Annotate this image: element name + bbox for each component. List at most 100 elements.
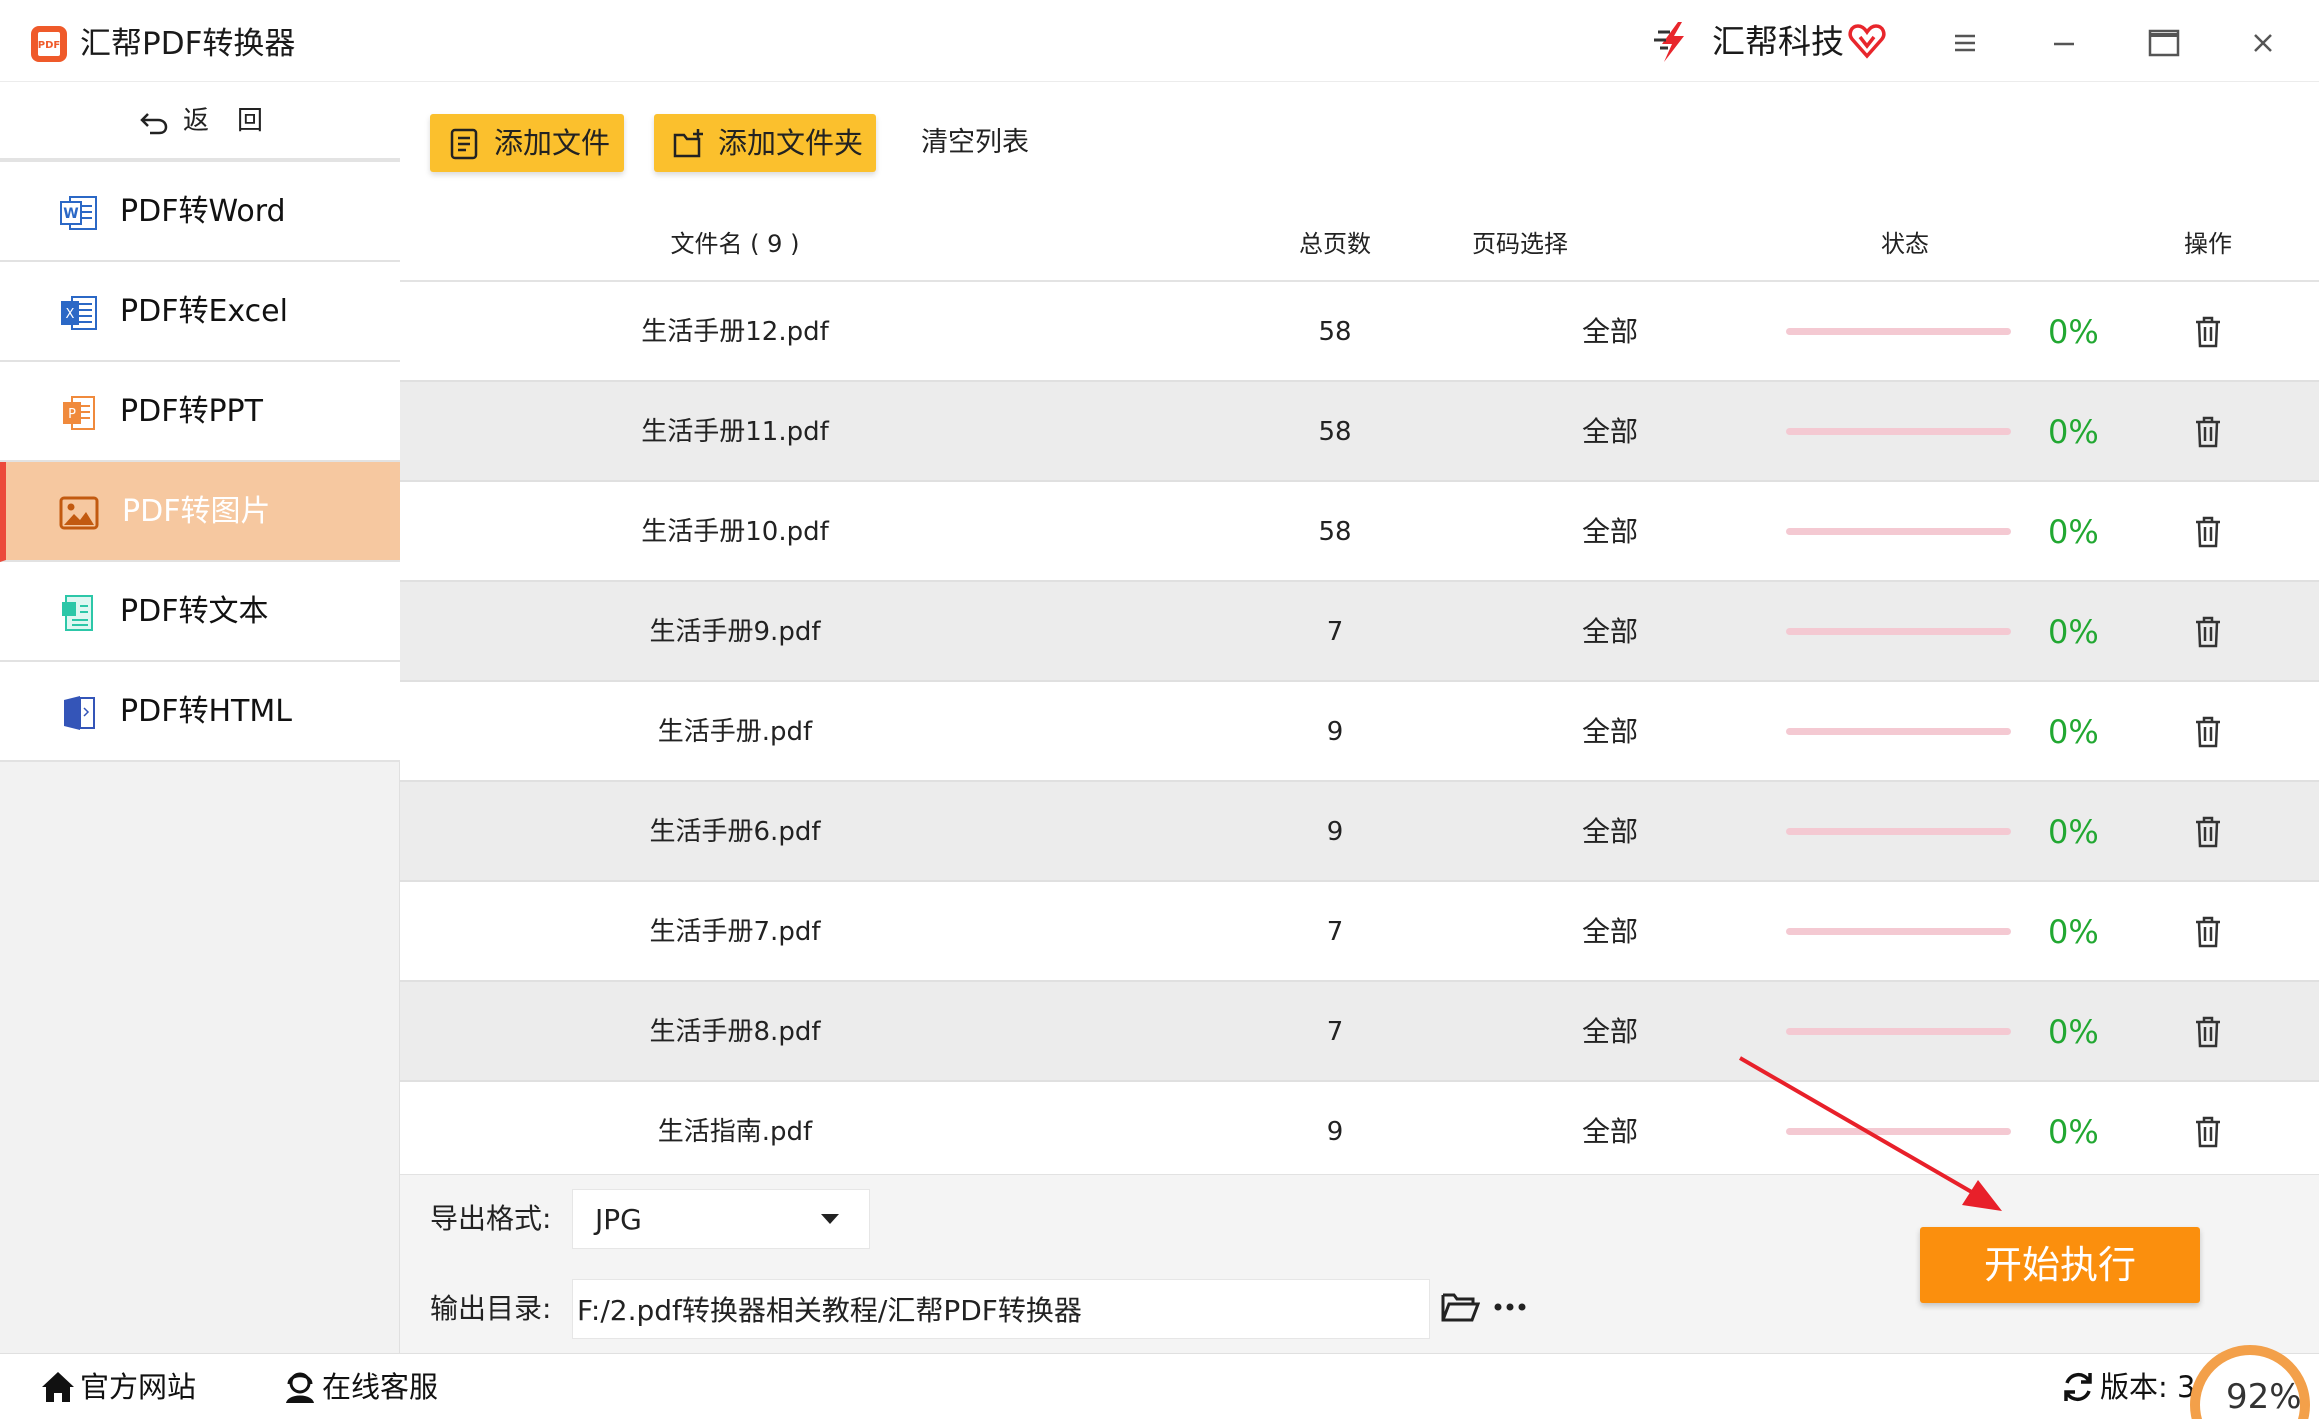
page-count: 7 (1326, 617, 1344, 647)
folder-open-icon[interactable] (1440, 1289, 1480, 1325)
customer-service-icon (286, 1372, 314, 1403)
back-button[interactable]: 返回 (0, 82, 400, 162)
sidebar-item-label: PDF转PPT (120, 394, 263, 429)
page-range[interactable]: 全部 (1560, 382, 1660, 482)
page-range[interactable]: 全部 (1560, 782, 1660, 882)
sidebar-item-pdf-to-ppt[interactable]: P PDF转PPT (0, 362, 400, 462)
add-file-button[interactable]: 添加文件 (430, 114, 624, 172)
progress-bar (1786, 328, 2011, 335)
minimize-icon[interactable] (2041, 20, 2087, 66)
delete-icon[interactable] (2192, 515, 2224, 549)
sidebar-item-pdf-to-html[interactable]: PDF转HTML (0, 662, 400, 762)
sidebar-item-pdf-to-text[interactable]: PDF转文本 (0, 562, 400, 662)
close-icon[interactable] (2240, 20, 2286, 66)
progress-bar (1786, 528, 2011, 535)
delete-icon[interactable] (2192, 615, 2224, 649)
page-range[interactable]: 全部 (1560, 882, 1660, 982)
progress-bar (1786, 828, 2011, 835)
file-name: 生活手册7.pdf (649, 917, 821, 947)
add-file-icon (450, 128, 478, 160)
delete-icon[interactable] (2192, 415, 2224, 449)
file-name: 生活手册8.pdf (649, 1017, 821, 1047)
column-header-range: 页码选择 (1472, 230, 1568, 258)
start-button[interactable]: 开始执行 (1920, 1227, 2200, 1303)
progress-bar (1786, 628, 2011, 635)
sidebar-item-pdf-to-excel[interactable]: X PDF转Excel (0, 262, 400, 362)
file-name: 生活指南.pdf (657, 1117, 813, 1147)
sidebar-item-label: PDF转文本 (120, 594, 269, 629)
table-header: 文件名 ( 9 ) 总页数 页码选择 状态 操作 (400, 208, 2319, 282)
table-row[interactable]: 生活指南.pdf 9 全部 0% (400, 1082, 2319, 1182)
progress-bar (1786, 928, 2011, 935)
sidebar-item-pdf-to-image[interactable]: PDF转图片 (0, 462, 400, 562)
output-dir-field[interactable] (572, 1279, 1430, 1339)
add-folder-button[interactable]: 添加文件夹 (654, 114, 876, 172)
sidebar-item-label: PDF转Word (120, 194, 286, 229)
maximize-icon[interactable] (2141, 20, 2187, 66)
badge-value: 92% (2226, 1377, 2302, 1417)
back-label: 返回 (183, 106, 292, 136)
page-count: 9 (1326, 1117, 1344, 1147)
table-row[interactable]: 生活手册12.pdf 58 全部 0% (400, 282, 2319, 382)
progress-percent: 0% (2048, 1013, 2099, 1051)
file-name: 生活手册10.pdf (641, 517, 829, 547)
format-label: 导出格式: (430, 1202, 552, 1235)
delete-icon[interactable] (2192, 1115, 2224, 1149)
delete-icon[interactable] (2192, 815, 2224, 849)
table-row[interactable]: 生活手册.pdf 9 全部 0% (400, 682, 2319, 782)
delete-icon[interactable] (2192, 315, 2224, 349)
table-row[interactable]: 生活手册6.pdf 9 全部 0% (400, 782, 2319, 882)
page-count: 7 (1326, 917, 1344, 947)
progress-percent: 0% (2048, 613, 2099, 651)
table-row[interactable]: 生活手册8.pdf 7 全部 0% (400, 982, 2319, 1082)
page-range[interactable]: 全部 (1560, 682, 1660, 782)
delete-icon[interactable] (2192, 715, 2224, 749)
table-row[interactable]: 生活手册11.pdf 58 全部 0% (400, 382, 2319, 482)
page-range[interactable]: 全部 (1560, 482, 1660, 582)
table-row[interactable]: 生活手册9.pdf 7 全部 0% (400, 582, 2319, 682)
refresh-icon (2064, 1372, 2092, 1402)
delete-icon[interactable] (2192, 915, 2224, 949)
image-icon (59, 496, 99, 530)
caret-down-icon (821, 1214, 839, 1224)
progress-percent: 0% (2048, 913, 2099, 951)
page-range[interactable]: 全部 (1560, 282, 1660, 382)
vip-heart-icon[interactable] (1848, 22, 1886, 60)
file-name: 生活手册.pdf (657, 717, 813, 747)
file-list: 生活手册12.pdf 58 全部 0% 生活手册11.pdf 58 全部 0% 生活手册10.p… (400, 282, 2319, 1182)
footer: 官方网站 在线客服 版本: 3 (0, 1353, 2319, 1419)
column-header-name: 文件名 ( 9 ) (670, 230, 800, 258)
more-icon[interactable] (1490, 1287, 1530, 1327)
official-site-link[interactable]: 官方网站 (40, 1367, 210, 1407)
sidebar-item-label: PDF转图片 (122, 494, 271, 529)
clear-list-button[interactable]: 清空列表 (921, 124, 1029, 162)
add-folder-icon (673, 129, 703, 158)
excel-icon: X (61, 296, 97, 330)
page-count: 58 (1318, 517, 1352, 547)
sidebar-item-label: PDF转HTML (120, 694, 292, 729)
delete-icon[interactable] (2192, 1015, 2224, 1049)
file-name: 生活手册12.pdf (641, 317, 829, 347)
file-name: 生活手册6.pdf (649, 817, 821, 847)
page-count: 7 (1326, 1017, 1344, 1047)
format-value: JPG (595, 1203, 642, 1236)
table-row[interactable]: 生活手册10.pdf 58 全部 0% (400, 482, 2319, 582)
svg-text:W: W (63, 206, 78, 222)
add-file-label: 添加文件 (494, 126, 611, 160)
page-range[interactable]: 全部 (1560, 1082, 1660, 1182)
format-select[interactable]: JPG (572, 1189, 870, 1249)
file-name: 生活手册11.pdf (641, 417, 829, 447)
menu-icon[interactable] (1942, 20, 1988, 66)
version-info[interactable]: 版本: 3 (2060, 1367, 2210, 1407)
sidebar-item-label: PDF转Excel (120, 294, 288, 329)
output-dir-label: 输出目录: (430, 1292, 552, 1325)
svg-text:X: X (66, 307, 75, 322)
sidebar-item-pdf-to-word[interactable]: W PDF转Word (0, 162, 400, 262)
page-range[interactable]: 全部 (1560, 582, 1660, 682)
page-range[interactable]: 全部 (1560, 982, 1660, 1082)
online-service-link[interactable]: 在线客服 (282, 1367, 462, 1407)
online-service-label: 在线客服 (322, 1370, 439, 1404)
table-row[interactable]: 生活手册7.pdf 7 全部 0% (400, 882, 2319, 982)
add-folder-label: 添加文件夹 (718, 126, 864, 160)
page-count: 58 (1318, 317, 1352, 347)
